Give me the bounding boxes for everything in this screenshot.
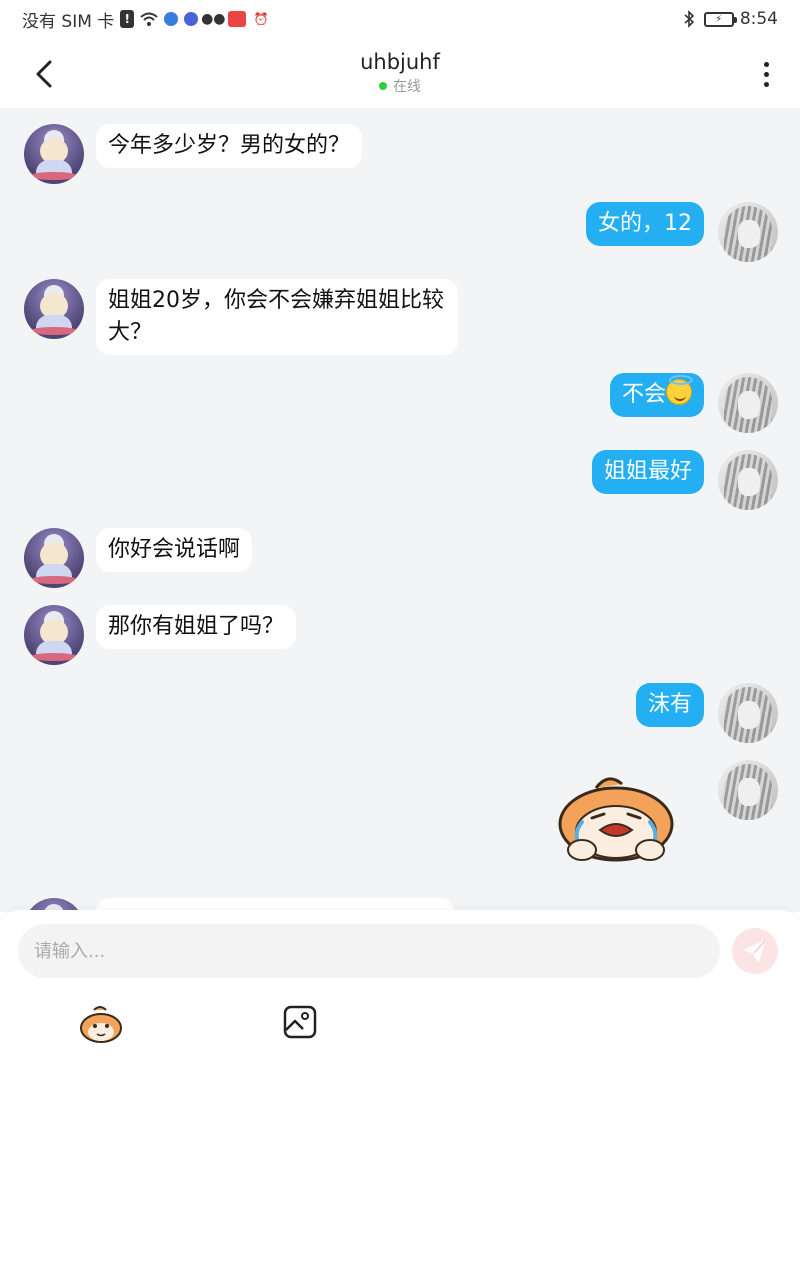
contact-avatar[interactable] [24,279,84,339]
status-bar-right: ⚡ 8:54 [680,9,778,29]
message-bubble-outgoing[interactable]: 女的，12 [586,202,704,246]
title-block: uhbjuhf 在线 [0,50,800,96]
message-text: 不会 [621,382,666,407]
my-avatar[interactable] [718,683,778,743]
image-icon[interactable] [282,1004,318,1040]
status-bar: 没有 SIM 卡 ! ●● ⏰ ⚡ 8:54 [0,0,800,38]
online-dot-icon [379,82,387,90]
halo-smile-emoji-icon [666,375,693,405]
my-avatar[interactable] [718,760,778,820]
message-bubble-outgoing[interactable]: 沫有 [635,683,704,727]
send-button[interactable] [732,928,778,974]
more-dot [763,71,769,77]
message-bubble-incoming[interactable]: 你好会说话啊 [96,528,253,572]
red-app-icon [228,11,247,27]
more-options-button[interactable] [754,56,778,92]
alarm-app-icon: ⏰ [253,12,269,26]
status-bar-left: 没有 SIM 卡 ! ●● ⏰ [22,7,270,32]
presence-label: 在线 [393,79,421,95]
message-bubble-incoming[interactable]: 那你有姐姐了吗？ [96,605,297,649]
emoji-sticker-icon[interactable] [78,1004,124,1044]
composer-panel [0,910,800,1280]
contact-avatar[interactable] [24,605,84,665]
wifi-icon [140,10,158,28]
sim-warning-icon: ! [120,10,135,28]
contact-avatar[interactable] [24,124,84,184]
wechat-icon: ●● [201,11,226,27]
crying-dog-sticker[interactable] [552,770,680,866]
message-list[interactable]: 今年多少岁？男的女的？ 女的，12 姐姐20岁，你会不会嫌弃姐姐比较大？ 不会 … [0,108,800,912]
clock-text: 8:54 [739,9,778,29]
message-bubble-outgoing[interactable]: 不会 [609,373,704,417]
more-dot [763,61,769,67]
message-input[interactable] [18,924,720,978]
message-bubble-outgoing[interactable]: 姐姐最好 [591,450,704,494]
more-dot [763,81,769,87]
my-avatar[interactable] [718,450,778,510]
browser-app-icon [164,12,179,26]
message-bubble-incoming[interactable]: 今年多少岁？男的女的？ [96,124,363,168]
presence-status: 在线 [0,76,800,96]
send-icon [744,940,766,962]
music-app-icon [184,12,199,26]
message-bubble-incoming[interactable]: 姐姐20岁，你会不会嫌弃姐姐比较大？ [96,279,458,355]
battery-icon: ⚡ [703,11,737,27]
chat-header: uhbjuhf 在线 [0,38,800,108]
contact-avatar[interactable] [24,528,84,588]
chat-title: uhbjuhf [360,50,440,74]
my-avatar[interactable] [718,373,778,433]
my-avatar[interactable] [718,202,778,262]
carrier-text: 没有 SIM 卡 [22,11,115,32]
bluetooth-icon [680,10,698,28]
